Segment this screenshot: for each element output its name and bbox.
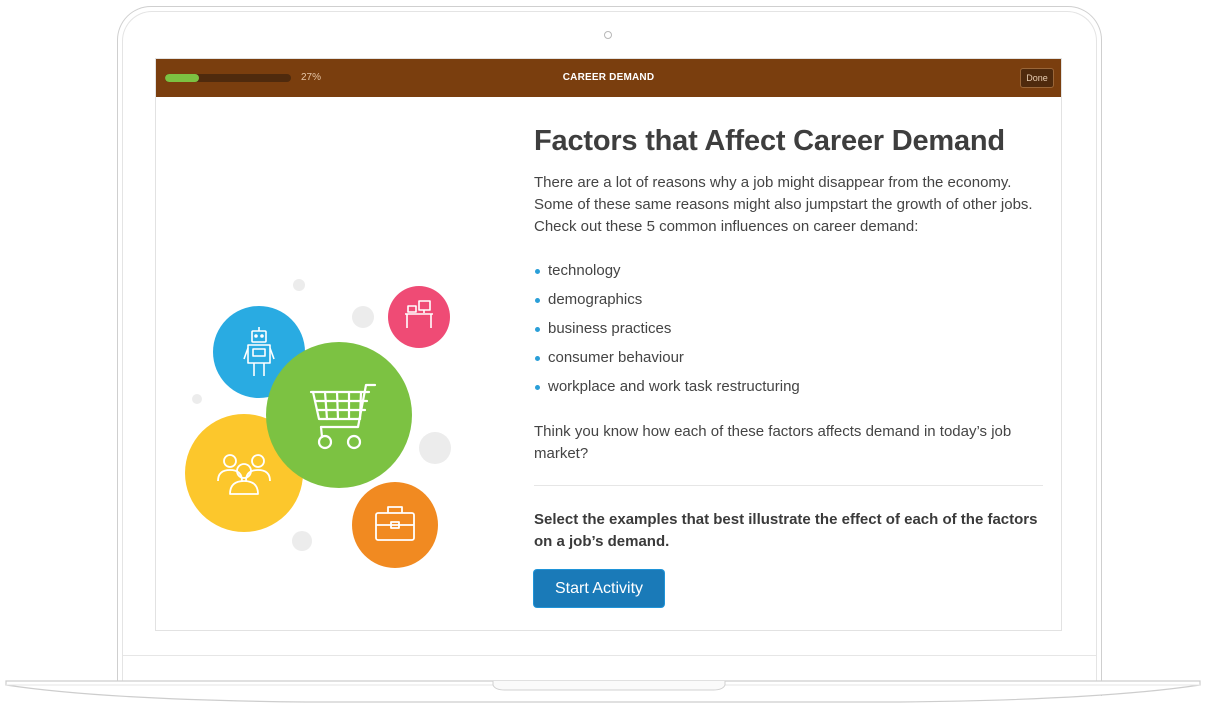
list-item: workplace and work task restructuring <box>534 375 800 404</box>
factor-label: demographics <box>548 291 643 308</box>
decor-dot <box>192 394 202 404</box>
briefcase-icon <box>352 482 438 568</box>
career-factors-illustration <box>185 279 451 568</box>
instruction-text: Select the examples that best illustrate… <box>534 511 1038 550</box>
start-activity-button[interactable]: Start Activity <box>534 570 664 607</box>
laptop-base <box>5 680 1201 703</box>
desk-computer-icon <box>388 286 450 348</box>
factor-label: consumer behaviour <box>548 349 684 366</box>
question-paragraph: Think you know how each of these factors… <box>534 423 1012 462</box>
list-item: demographics <box>534 288 800 317</box>
bullet-icon <box>535 269 540 274</box>
list-item: technology <box>534 259 800 288</box>
bullet-icon <box>535 356 540 361</box>
section-divider <box>534 485 1043 486</box>
page-title: Factors that Affect Career Demand <box>534 125 1005 157</box>
intro-paragraph: There are a lot of reasons why a job mig… <box>534 174 1033 235</box>
app-screen: 27% CAREER DEMAND Done Factors that Affe… <box>155 58 1062 631</box>
factors-list: technology demographics business practic… <box>534 259 800 404</box>
factor-label: workplace and work task restructuring <box>548 378 800 395</box>
decor-dot <box>293 279 305 291</box>
bullet-icon <box>535 327 540 332</box>
list-item: business practices <box>534 317 800 346</box>
done-button[interactable]: Done <box>1020 68 1054 88</box>
decor-dot <box>419 432 451 464</box>
bullet-icon <box>535 298 540 303</box>
activity-title: CAREER DEMAND <box>562 72 655 83</box>
shopping-cart-icon <box>266 342 412 488</box>
top-bar: 27% CAREER DEMAND Done <box>156 59 1061 97</box>
list-item: consumer behaviour <box>534 346 800 375</box>
factor-label: business practices <box>548 320 672 337</box>
laptop-chin-divider <box>123 655 1096 656</box>
bullet-icon <box>535 385 540 390</box>
decor-dot <box>292 531 312 551</box>
factor-label: technology <box>548 262 621 279</box>
camera-icon <box>604 31 612 39</box>
decor-dot <box>352 306 374 328</box>
